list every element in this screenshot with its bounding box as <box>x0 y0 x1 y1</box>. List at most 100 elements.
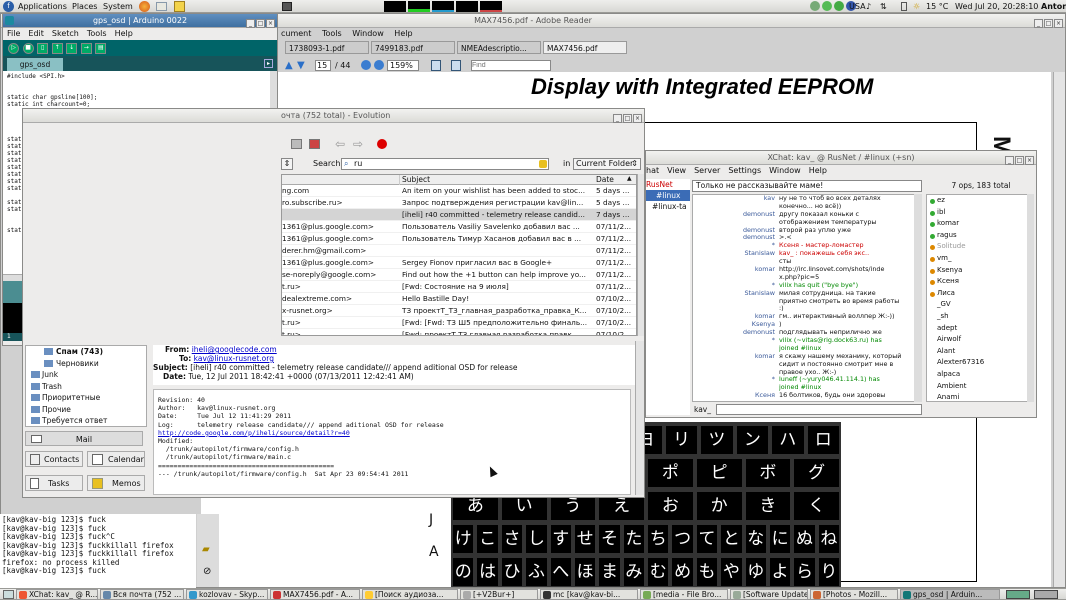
contacts-button[interactable]: Contacts <box>25 451 83 467</box>
column-subject[interactable]: Subject <box>402 175 430 184</box>
to-link[interactable]: kav@linux-rusnet.org <box>194 354 274 363</box>
reader-menu-tools[interactable]: Tools <box>322 29 342 38</box>
column-from[interactable] <box>282 175 400 185</box>
search-scope-arrow[interactable]: ⇕ <box>281 158 293 170</box>
user-list-scrollbar[interactable] <box>1027 194 1034 402</box>
user-item[interactable]: ragus <box>927 230 1033 242</box>
new-icon[interactable]: ▯ <box>37 43 49 54</box>
arduino-menu-sketch[interactable]: Sketch <box>52 29 79 38</box>
single-page-icon[interactable] <box>431 60 441 71</box>
close-icon[interactable]: × <box>633 114 642 123</box>
channel-linux-ta[interactable]: #linux-ta <box>646 201 690 212</box>
user-item[interactable]: ez <box>927 195 1033 207</box>
reader-menu-help[interactable]: Help <box>394 29 412 38</box>
arduino-menu-tools[interactable]: Tools <box>87 29 107 38</box>
places-menu[interactable]: Places <box>72 0 97 13</box>
maximize-icon[interactable]: □ <box>1044 19 1053 28</box>
network-icon[interactable]: ⇅ <box>880 0 887 13</box>
system-menu[interactable]: System <box>103 0 133 13</box>
zoom-out-icon[interactable] <box>361 60 371 70</box>
firefox-launcher-icon[interactable] <box>139 1 150 12</box>
message-row[interactable]: 1361@plus.google.com> Пользователь Vasili… <box>282 221 636 233</box>
find-input[interactable] <box>471 60 551 71</box>
user-item[interactable]: Airwolf <box>927 334 1033 346</box>
folder-select[interactable]: Current Folder ⇕ <box>573 158 641 170</box>
topic-field[interactable]: Только не рассказывайте маме! <box>692 180 922 192</box>
taskbar-button[interactable]: gps_osd | Arduin... <box>900 589 1000 600</box>
message-row[interactable]: dealextreme.com> Hello Bastille Day! 07/10… <box>282 293 636 305</box>
next-page-icon[interactable]: ▼ <box>297 60 305 71</box>
attachment-icon[interactable]: ⊘ <box>203 566 211 577</box>
message-row[interactable]: 1361@plus.google.com> Пользователь Тимур … <box>282 233 636 245</box>
back-icon[interactable]: ⇦ <box>335 137 345 151</box>
user-item[interactable]: ibl <box>927 207 1033 219</box>
volume-icon[interactable]: ♪ <box>866 0 871 13</box>
delete-icon[interactable] <box>309 139 320 149</box>
taskbar-button[interactable]: MAX7456.pdf - A... <box>270 589 360 600</box>
tab-menu-icon[interactable]: ▸ <box>264 59 273 68</box>
maximize-icon[interactable]: □ <box>1015 156 1024 165</box>
fit-width-icon[interactable] <box>451 60 461 71</box>
xchat-menu-server[interactable]: Server <box>694 166 720 175</box>
zoom-select[interactable]: 159% <box>387 60 419 71</box>
show-desktop-icon[interactable] <box>3 590 14 599</box>
message-row[interactable]: [iheli] r40 committed - telemetry releas… <box>282 209 636 221</box>
arduino-tab[interactable]: gps_osd <box>7 58 63 71</box>
folder-item[interactable]: Спам (743) <box>26 346 146 358</box>
xchat-menu-window[interactable]: Window <box>769 166 801 175</box>
xchat-menu-view[interactable]: View <box>667 166 686 175</box>
user-name[interactable]: Anton <box>1041 0 1066 13</box>
folder-item[interactable]: Junk <box>26 369 146 381</box>
memos-button[interactable]: Memos <box>87 475 145 491</box>
user-item[interactable]: _GV <box>927 299 1033 311</box>
zoom-in-icon[interactable] <box>374 60 384 70</box>
message-row[interactable]: 1361@plus.google.com> Sergey Fionov пригл… <box>282 257 636 269</box>
minimize-icon[interactable]: _ <box>246 19 255 28</box>
message-row[interactable]: ng.com An item on your wishlist has been … <box>282 185 636 197</box>
channel-linux[interactable]: #linux <box>646 190 690 201</box>
maximize-icon[interactable]: □ <box>256 19 265 28</box>
arduino-menu-edit[interactable]: Edit <box>28 29 44 38</box>
verify-icon[interactable]: ▷ <box>8 43 19 54</box>
user-item[interactable]: Alexter67316 <box>927 357 1033 369</box>
open-icon[interactable]: ↑ <box>51 43 63 54</box>
prev-page-icon[interactable]: ▲ <box>285 60 293 71</box>
record-icon[interactable] <box>377 139 387 149</box>
preview-line[interactable]: http://code.google.com/p/iheli/source/de… <box>158 429 626 437</box>
search-input[interactable]: ⌕ ru <box>341 158 549 170</box>
keyboard-layout[interactable]: USA <box>849 0 866 13</box>
terminal[interactable]: [kav@kav-big 123]$ fuck [kav@kav-big 123]… <box>0 514 196 588</box>
folder-item[interactable]: Trash <box>26 381 146 393</box>
folder-item[interactable]: Приоритетные <box>26 392 146 404</box>
workspace-switcher[interactable] <box>1006 590 1030 599</box>
taskbar-button[interactable]: mc [kav@kav-bi... <box>540 589 638 600</box>
taskbar-button[interactable]: [Software Update] <box>730 589 808 600</box>
user-item[interactable]: adept <box>927 323 1033 335</box>
taskbar-button[interactable]: [+V2Bur+] <box>460 589 538 600</box>
arduino-menu-help[interactable]: Help <box>115 29 133 38</box>
message-row[interactable]: t.ru> [Fwd: Состояние на 9 июля] 07/11/2..… <box>282 281 636 293</box>
message-row[interactable]: se-noreply@google.com> Find out how the +… <box>282 269 636 281</box>
minimize-icon[interactable]: _ <box>1034 19 1043 28</box>
calendar-button[interactable]: Calendar <box>87 451 145 467</box>
chat-input[interactable] <box>716 404 922 415</box>
reader-menu-window[interactable]: Window <box>352 29 384 38</box>
close-icon[interactable]: × <box>266 19 275 28</box>
workspace-switcher-2[interactable] <box>1034 590 1058 599</box>
taskbar-button[interactable]: Вся почта (752 ... <box>100 589 184 600</box>
xchat-menu-xchat[interactable]: hat <box>646 166 659 175</box>
taskbar-button[interactable]: [Photos - Mozill... <box>810 589 898 600</box>
forward-icon[interactable]: ⇨ <box>353 137 363 151</box>
close-icon[interactable]: × <box>1025 156 1034 165</box>
bookmark-icon[interactable]: ▰ <box>202 544 210 555</box>
reader-tab-2[interactable]: 7499183.pdf <box>371 41 455 54</box>
preview-scrollbar[interactable] <box>635 341 644 495</box>
folder-item[interactable]: Прочие <box>26 404 146 416</box>
minimize-icon[interactable]: _ <box>613 114 622 123</box>
mail-button[interactable]: Mail <box>25 431 143 446</box>
save-icon[interactable]: ↓ <box>66 43 78 54</box>
message-row[interactable]: t.ru> [Fwd: проектТ ТЗ главная разработка… <box>282 329 636 335</box>
user-item[interactable]: Solitude <box>927 241 1033 253</box>
message-row[interactable]: t.ru> [Fwd: [Fwd: ТЗ Ш5 предположительно … <box>282 317 636 329</box>
folder-item[interactable]: Черновики <box>26 358 146 370</box>
